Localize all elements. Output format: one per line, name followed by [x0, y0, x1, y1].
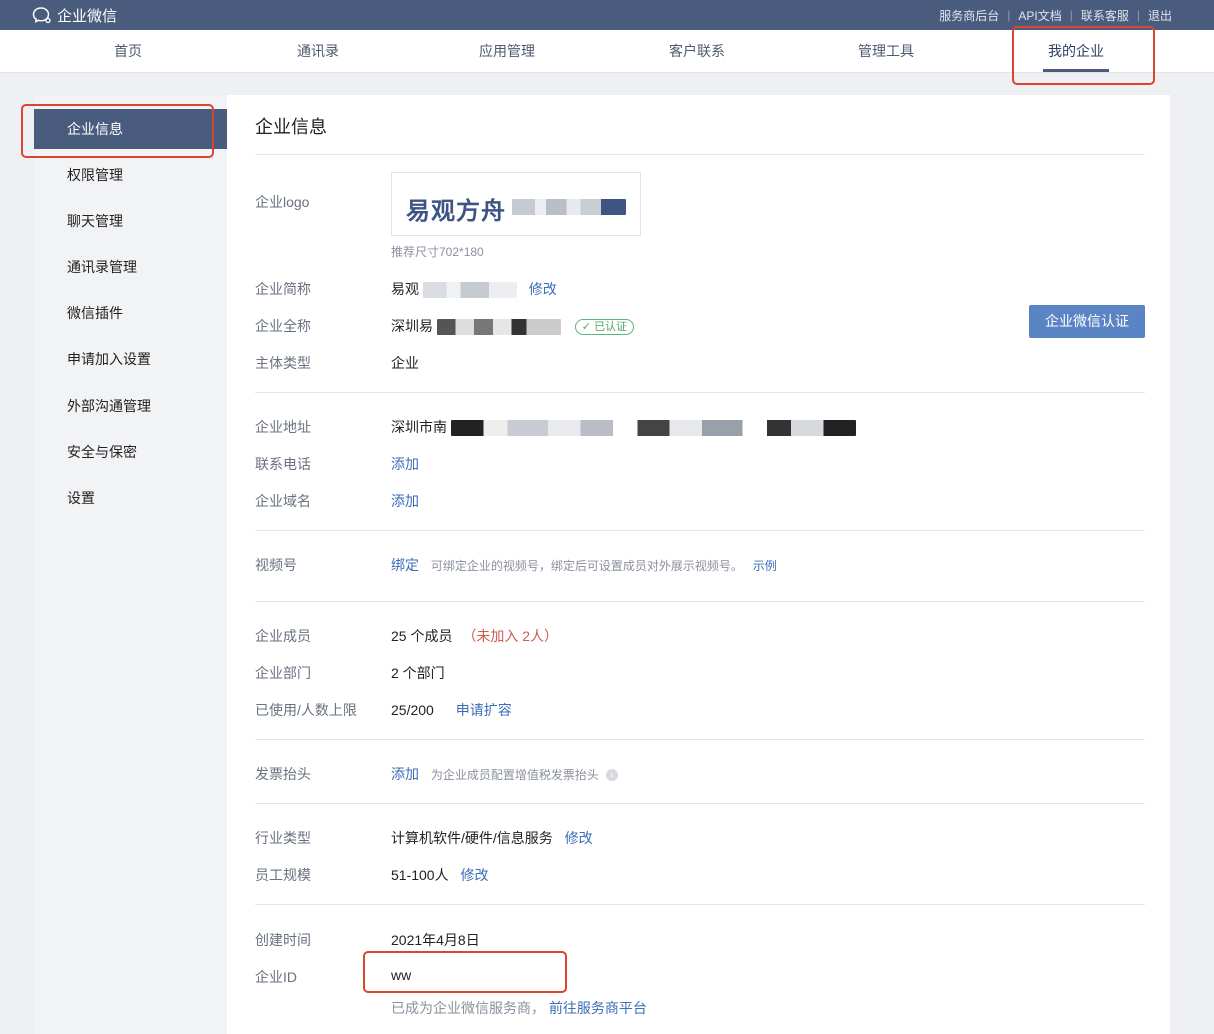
divider [255, 739, 1145, 740]
address-text: 深圳市南 [391, 419, 447, 435]
add-domain-link[interactable]: 添加 [391, 491, 419, 511]
usage-value: 25/200 申请扩容 [391, 700, 512, 720]
check-icon: ✓ [581, 321, 591, 334]
nav-app-management[interactable]: 应用管理 [447, 30, 567, 73]
divider [255, 601, 1145, 602]
full-name-text: 深圳易 [391, 318, 433, 334]
redacted-logo [512, 199, 626, 215]
enterprise-logo[interactable]: 易观方舟 [391, 172, 641, 236]
usage-count: 25/200 [391, 702, 434, 718]
wecom-logo-icon [32, 7, 51, 24]
members-label: 企业成员 [255, 628, 311, 644]
phone-label: 联系电话 [255, 456, 311, 472]
members-value: 25 个成员 （未加入 2人） [391, 626, 558, 646]
address-label: 企业地址 [255, 419, 311, 435]
subject-type-value: 企业 [391, 355, 419, 371]
short-name-label: 企业简称 [255, 281, 311, 297]
scale-value: 51-100人 修改 [391, 865, 488, 885]
divider [255, 530, 1145, 531]
logo-size-hint: 推荐尺寸702*180 [391, 245, 484, 259]
separator: | [1069, 8, 1073, 22]
sidebar-item-wechat-plugin[interactable]: 微信插件 [34, 293, 227, 333]
members-count: 25 个成员 [391, 628, 453, 644]
goto-provider-platform-link[interactable]: 前往服务商平台 [549, 1000, 647, 1016]
nav-management-tools[interactable]: 管理工具 [826, 30, 946, 73]
nav-customer-contact[interactable]: 客户联系 [637, 30, 757, 73]
industry-text: 计算机软件/硬件/信息服务 [391, 830, 553, 846]
address-value: 深圳市南 [391, 417, 856, 437]
provider-row: 已成为企业微信服务商， 前往服务商平台 [391, 998, 647, 1018]
short-name-text: 易观 [391, 281, 419, 297]
provider-text: 已成为企业微信服务商， [391, 1000, 545, 1016]
separator: | [1007, 8, 1011, 22]
divider [255, 904, 1145, 905]
sidebar: 企业信息 权限管理 聊天管理 通讯录管理 微信插件 申请加入设置 外部沟通管理 … [34, 95, 227, 1034]
highlight-box-corp-id [363, 951, 567, 993]
divider [255, 154, 1145, 155]
sidebar-item-join-settings[interactable]: 申请加入设置 [34, 339, 227, 379]
provider-backend-link[interactable]: 服务商后台 [939, 7, 999, 24]
redacted-address [450, 420, 856, 437]
redacted-short-name [422, 282, 517, 299]
info-icon[interactable]: i [605, 769, 618, 782]
video-hint: 可绑定企业的视频号，绑定后可设置成员对外展示视频号。 [430, 559, 743, 573]
page-title: 企业信息 [255, 117, 327, 137]
industry-label: 行业类型 [255, 830, 311, 846]
video-example-link[interactable]: 示例 [753, 559, 777, 573]
short-name-value: 易观 修改 [391, 279, 557, 299]
departments-label: 企业部门 [255, 665, 311, 681]
edit-industry-link[interactable]: 修改 [565, 830, 593, 846]
sidebar-item-contacts-management[interactable]: 通讯录管理 [34, 247, 227, 287]
subject-type-label: 主体类型 [255, 355, 311, 371]
brand[interactable]: 企业微信 [32, 4, 117, 26]
scale-text: 51-100人 [391, 867, 449, 883]
sidebar-item-chat-management[interactable]: 聊天管理 [34, 201, 227, 241]
invoice-value: 添加 为企业成员配置增值税发票抬头 i [391, 764, 618, 784]
edit-scale-link[interactable]: 修改 [460, 867, 488, 883]
highlight-box-my-enterprise [1012, 26, 1155, 85]
sidebar-item-settings[interactable]: 设置 [34, 478, 227, 518]
video-label: 视频号 [255, 557, 297, 573]
sidebar-item-permissions[interactable]: 权限管理 [34, 155, 227, 195]
add-phone-link[interactable]: 添加 [391, 454, 419, 474]
brand-name: 企业微信 [57, 7, 118, 25]
separator: | [1136, 8, 1140, 22]
edit-short-name-link[interactable]: 修改 [529, 281, 557, 297]
invoice-label: 发票抬头 [255, 766, 311, 782]
bind-video-link[interactable]: 绑定 [391, 557, 419, 573]
created-label: 创建时间 [255, 932, 311, 948]
divider [255, 392, 1145, 393]
nav-contacts[interactable]: 通讯录 [258, 30, 378, 73]
domain-label: 企业域名 [255, 493, 311, 509]
sidebar-item-external-communication[interactable]: 外部沟通管理 [34, 386, 227, 426]
corp-id-label: 企业ID [255, 969, 297, 985]
verified-badge: ✓ 已认证 [574, 319, 635, 336]
highlight-box-enterprise-info [21, 104, 214, 158]
created-value: 2021年4月8日 [391, 932, 480, 948]
logo-text: 易观方舟 [406, 198, 506, 225]
scale-label: 员工规模 [255, 867, 311, 883]
main-panel: 企业信息 权限管理 聊天管理 通讯录管理 微信插件 申请加入设置 外部沟通管理 … [34, 95, 1170, 1034]
add-invoice-link[interactable]: 添加 [391, 766, 419, 782]
full-name-label: 企业全称 [255, 318, 311, 334]
invoice-hint: 为企业成员配置增值税发票抬头 [430, 768, 599, 782]
industry-value: 计算机软件/硬件/信息服务 修改 [391, 828, 593, 848]
apply-expansion-link[interactable]: 申请扩容 [456, 702, 512, 718]
redacted-full-name [436, 319, 561, 336]
full-name-value: 深圳易 ✓ 已认证 [391, 316, 635, 336]
api-docs-link[interactable]: API文档 [1018, 7, 1061, 24]
video-value: 绑定 可绑定企业的视频号，绑定后可设置成员对外展示视频号。 示例 [391, 555, 777, 575]
logo-label: 企业logo [255, 194, 310, 210]
divider [255, 803, 1145, 804]
members-not-joined[interactable]: （未加入 2人） [462, 628, 558, 644]
enterprise-verify-button[interactable]: 企业微信认证 [1029, 305, 1145, 338]
verified-text: 已认证 [594, 321, 628, 334]
sidebar-item-security[interactable]: 安全与保密 [34, 432, 227, 472]
departments-value: 2 个部门 [391, 665, 445, 681]
logout-link[interactable]: 退出 [1148, 7, 1172, 24]
nav-home[interactable]: 首页 [68, 30, 188, 73]
contact-support-link[interactable]: 联系客服 [1081, 7, 1129, 24]
usage-label: 已使用/人数上限 [255, 702, 357, 718]
